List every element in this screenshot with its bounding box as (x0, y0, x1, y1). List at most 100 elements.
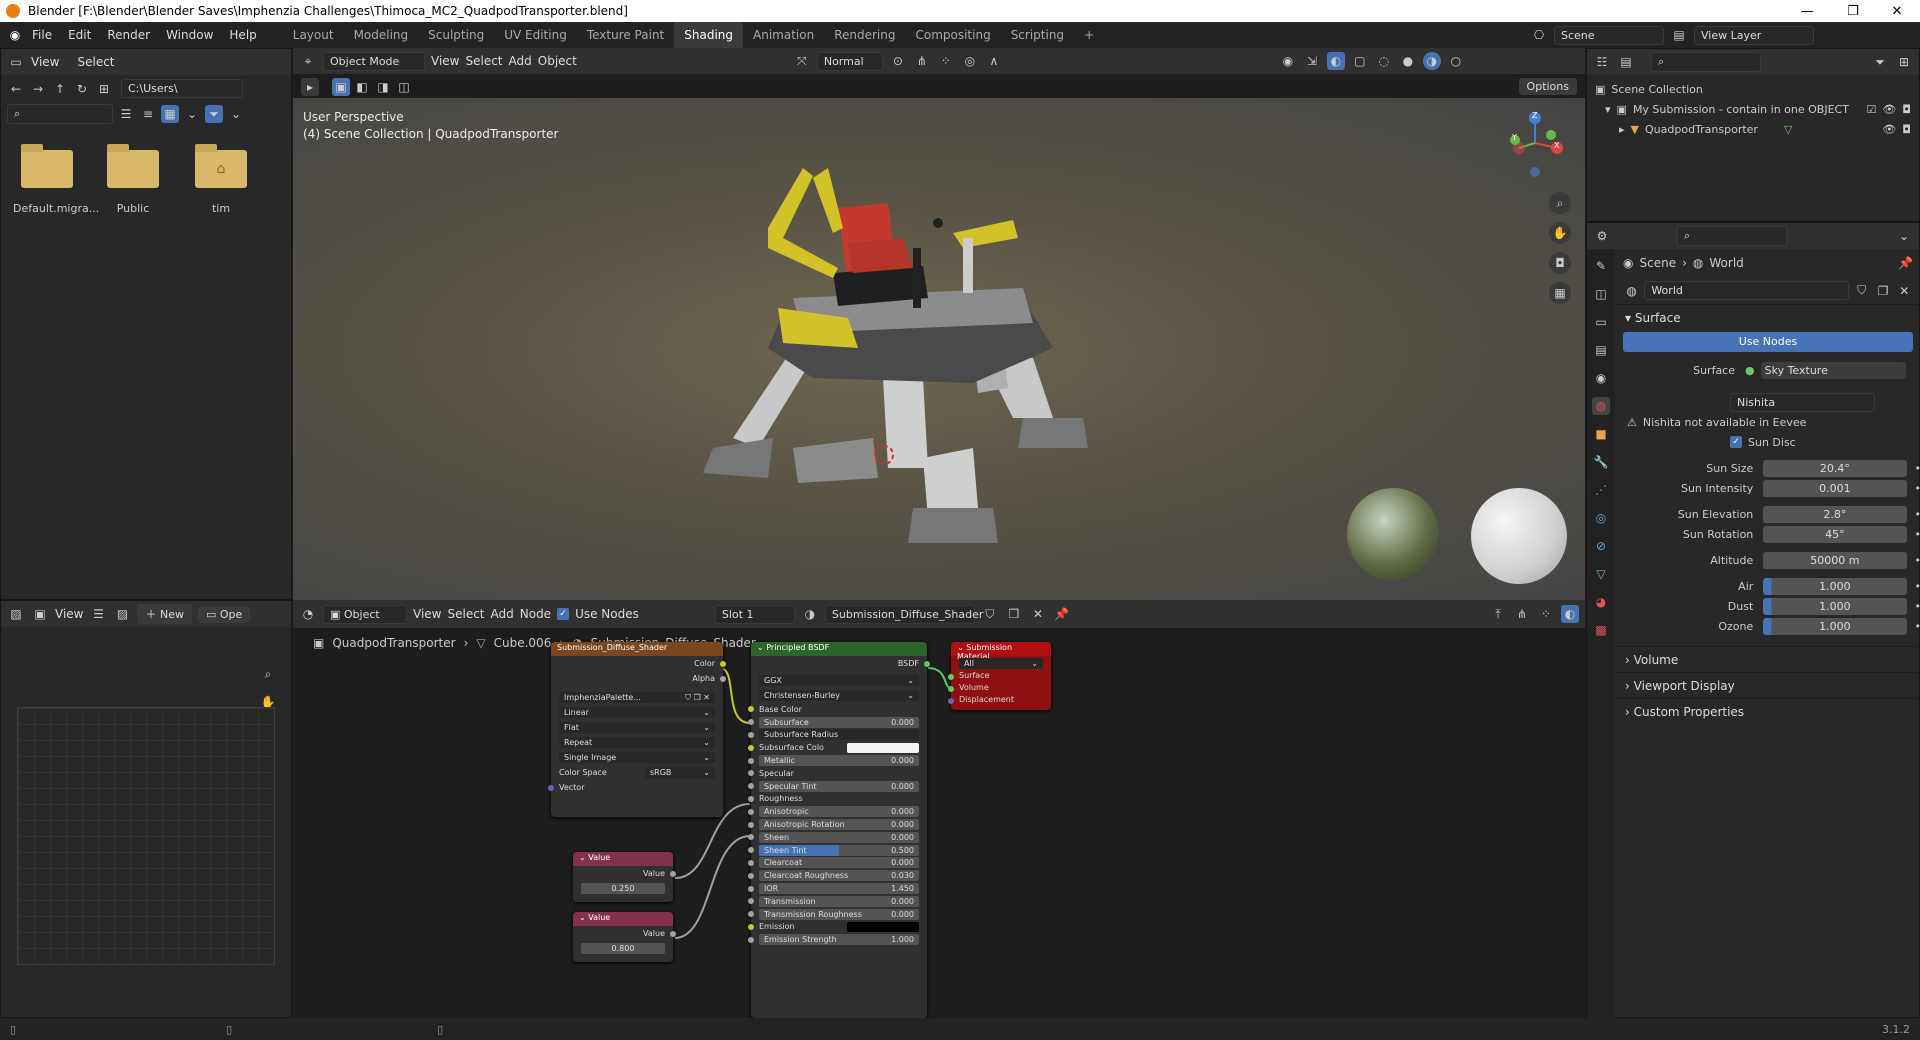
input-socket[interactable] (948, 686, 954, 692)
source-dropdown[interactable]: Single Image ⌄ (559, 752, 715, 763)
overlay-toggle-icon[interactable]: ◐ (1561, 605, 1579, 623)
keyframe-dot-icon[interactable]: • (1915, 482, 1920, 495)
input-socket[interactable] (748, 847, 754, 854)
editor-type-icon[interactable]: ☷ (1593, 53, 1611, 71)
list-view-icon[interactable]: ☰ (117, 105, 135, 123)
open-image-button[interactable]: ▭ Ope (197, 605, 251, 623)
bsdf-field[interactable]: Subsurface Radius (759, 729, 919, 741)
value-node[interactable]: ⌄ Value Value 0.250 (573, 852, 676, 902)
maximize-button[interactable]: ❐ (1830, 0, 1876, 22)
output-socket[interactable] (720, 660, 726, 667)
file-item[interactable]: Public (99, 144, 167, 215)
input-socket[interactable] (748, 859, 754, 866)
target-dropdown[interactable]: All ⌄ (959, 658, 1043, 669)
menu-render[interactable]: Render (99, 28, 158, 42)
zoom-icon[interactable]: ⌕ (259, 665, 277, 683)
principled-bsdf-node[interactable]: ⌄ Principled BSDF BSDF GGX ⌄ Christensen-… (748, 642, 930, 1018)
input-socket[interactable] (748, 936, 754, 943)
bsdf-field[interactable]: Specular Tint 0.000 (759, 780, 919, 792)
image-menu-view[interactable]: View (55, 607, 83, 621)
navigation-gizmo[interactable]: Z X Y (1505, 108, 1565, 178)
duplicate-icon[interactable]: ❐ (1874, 282, 1891, 300)
pivot-icon[interactable]: ⊙ (889, 52, 907, 70)
scene-tab-icon[interactable]: ◉ (1592, 369, 1610, 387)
viewport-menu-add[interactable]: Add (509, 54, 532, 68)
file-search-input[interactable]: ⌕ (7, 104, 113, 124)
input-socket[interactable] (748, 834, 754, 841)
slot-dropdown[interactable]: Slot 1 (714, 604, 795, 624)
value-field[interactable]: 0.800 (581, 943, 665, 954)
field-value[interactable]: 1.000 (1763, 617, 1907, 635)
display-dropdown-icon[interactable]: ⌄ (183, 105, 201, 123)
solid-shading-icon[interactable]: ● (1399, 52, 1417, 70)
render-tab-icon[interactable]: ◫ (1592, 285, 1610, 303)
expand-arrow-icon[interactable]: ▾ (1605, 103, 1611, 116)
color-swatch[interactable] (847, 921, 919, 932)
filter-icon[interactable]: ⏷ (205, 105, 223, 123)
menu-icon[interactable]: ☰ (89, 605, 107, 623)
bsdf-field[interactable]: Transmission 0.000 (759, 895, 919, 907)
bsdf-field[interactable]: Anisotropic Rotation 0.000 (759, 819, 919, 831)
physics-tab-icon[interactable]: ◎ (1592, 509, 1610, 527)
keyframe-dot-icon[interactable]: • (1915, 462, 1920, 475)
value-node[interactable]: ⌄ Value Value 0.800 (573, 912, 676, 962)
menu-window[interactable]: Window (158, 28, 221, 42)
xray-icon[interactable]: ▢ (1351, 52, 1369, 70)
overlay-toggle-icon[interactable]: ◐ (1326, 52, 1345, 70)
options-dropdown[interactable]: Options (1518, 78, 1577, 95)
tab-sculpting[interactable]: Sculpting (418, 22, 494, 48)
field-value[interactable]: 20.4° (1763, 459, 1907, 477)
texture-tab-icon[interactable]: ▩ (1592, 621, 1610, 639)
bsdf-field[interactable]: Emission Strength 1.000 (759, 934, 919, 946)
image-actions-icon[interactable]: ⛉ ❐ ✕ (685, 693, 710, 703)
thumbnail-view-icon[interactable]: ▦ (161, 105, 179, 123)
bsdf-field[interactable]: Anisotropic 0.000 (759, 806, 919, 818)
interpolation-dropdown[interactable]: Linear ⌄ (559, 707, 715, 718)
input-socket[interactable] (748, 808, 754, 815)
close-window-button[interactable]: ✕ (1874, 0, 1920, 22)
viewport-menu-select[interactable]: Select (465, 54, 502, 68)
falloff-icon[interactable]: ∧ (985, 52, 1003, 70)
input-socket[interactable] (748, 706, 754, 713)
object-tab-icon[interactable]: ■ (1592, 425, 1610, 443)
unlink-icon[interactable]: ✕ (1896, 282, 1913, 300)
rendered-shading-icon[interactable]: ○ (1447, 52, 1465, 70)
bsdf-field[interactable]: Transmission Roughness 0.000 (759, 908, 919, 920)
collapsed-section[interactable]: › Custom Properties (1615, 698, 1920, 724)
material-browse-icon[interactable]: ◑ (801, 605, 819, 623)
tab-rendering[interactable]: Rendering (824, 22, 905, 48)
unlink-icon[interactable]: ✕ (1029, 605, 1047, 623)
particles-tab-icon[interactable]: ⋰ (1592, 481, 1610, 499)
perspective-toggle-icon[interactable]: ▦ (1549, 282, 1571, 304)
snap-icon[interactable]: ⋔ (1513, 605, 1531, 623)
collapsed-section[interactable]: › Volume (1615, 646, 1920, 672)
bsdf-field[interactable]: Clearcoat 0.000 (759, 857, 919, 869)
node-menu-add[interactable]: Add (491, 607, 514, 621)
scene-selector[interactable]: Scene (1554, 25, 1664, 45)
select-new-icon[interactable]: ▣ (332, 78, 350, 96)
sky-type-dropdown[interactable]: Nishita (1730, 392, 1875, 412)
bsdf-field[interactable]: Clearcoat Roughness 0.030 (759, 870, 919, 882)
tab-texture-paint[interactable]: Texture Paint (577, 22, 674, 48)
distribution-dropdown[interactable]: GGX ⌄ (759, 675, 919, 686)
value-field[interactable]: 0.250 (581, 883, 665, 894)
world-name-field[interactable]: World (1644, 281, 1849, 300)
mesh-data-tab-icon[interactable]: ▽ (1592, 565, 1610, 583)
forward-icon[interactable]: → (29, 80, 47, 98)
projection-dropdown[interactable]: Flat ⌄ (559, 722, 715, 733)
tool-tab-icon[interactable]: ✎ (1592, 257, 1610, 275)
expand-arrow-icon[interactable]: ▸ (1619, 123, 1625, 136)
input-socket[interactable] (948, 674, 954, 680)
checkbox-icon[interactable]: ☑ (1866, 103, 1876, 116)
subsurface-method-dropdown[interactable]: Christensen-Burley ⌄ (759, 690, 919, 701)
material-output-node[interactable]: ⌄ Submission Material All ⌄ Surface Volum… (948, 642, 1051, 710)
pin-icon[interactable]: 📌 (1053, 605, 1071, 623)
options-dropdown-icon[interactable]: ⌄ (1895, 227, 1913, 245)
input-socket[interactable] (748, 770, 754, 777)
field-value[interactable]: 50000 m (1763, 551, 1907, 569)
viewport-menu-object[interactable]: Object (538, 54, 577, 68)
sun-disc-checkbox[interactable]: ✓ (1730, 436, 1742, 448)
constraints-tab-icon[interactable]: ⊘ (1592, 537, 1610, 555)
extension-dropdown[interactable]: Repeat ⌄ (559, 737, 715, 748)
select-tool-icon[interactable]: ▸ (301, 78, 319, 96)
